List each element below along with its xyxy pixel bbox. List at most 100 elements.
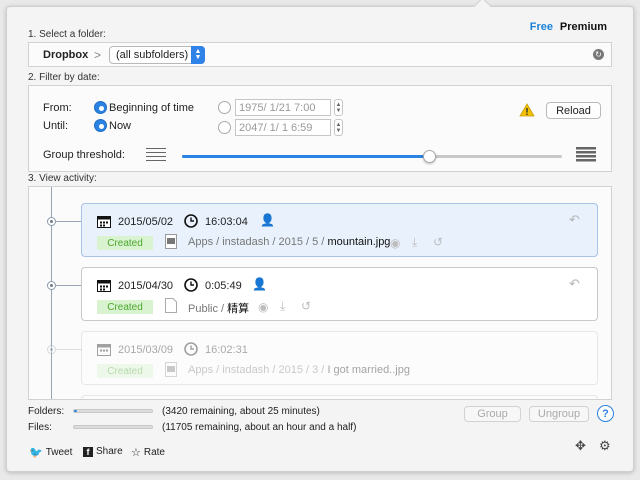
reload-button[interactable]: Reload <box>546 102 601 119</box>
files-progress-bar <box>73 425 153 429</box>
timeline-dot <box>47 217 56 226</box>
activity-time: 16:02:31 <box>205 344 248 356</box>
from-beginning-radio[interactable] <box>94 101 107 114</box>
ungroup-button[interactable]: Ungroup <box>529 406 589 422</box>
calendar-icon <box>97 280 111 292</box>
activity-item[interactable]: 2015/05/02 16:03:04 👤 ↶ Created Apps / i… <box>81 203 598 257</box>
preview-eye-icon[interactable]: ◉ <box>390 236 400 250</box>
refresh-icon[interactable]: ↻ <box>593 49 604 60</box>
select-folder-label: 1. Select a folder: <box>28 29 106 40</box>
folders-progress-bar <box>73 409 153 413</box>
group-threshold-label: Group threshold: <box>43 149 125 161</box>
gear-icon[interactable]: ⚙ <box>599 438 611 454</box>
timeline-connector <box>56 285 82 286</box>
files-progress-status: (11705 remaining, about an hour and a ha… <box>162 422 357 433</box>
move-icon[interactable]: ✥ <box>575 438 586 454</box>
filter-date-label: 2. Filter by date: <box>28 72 100 83</box>
list-sparse-icon <box>146 148 166 161</box>
timeline-dot <box>47 281 56 290</box>
until-label: Until: <box>43 120 69 132</box>
from-custom-radio[interactable] <box>218 101 231 114</box>
activity-time: 0:05:49 <box>205 280 242 292</box>
activity-date: 2015/03/09 <box>118 344 174 356</box>
created-tag: Created <box>97 364 153 378</box>
popover-notch <box>473 0 492 16</box>
created-tag: Created <box>97 236 153 250</box>
breadcrumb-separator-icon: > <box>94 48 102 62</box>
reply-icon[interactable]: ↶ <box>569 276 580 292</box>
warning-icon <box>519 103 535 117</box>
image-file-icon <box>165 234 177 249</box>
from-date-field[interactable]: 1975/ 1/21 7:00 <box>235 99 331 116</box>
download-icon[interactable]: ⤓ <box>412 235 417 250</box>
subfolder-select[interactable]: (all subfolders) ▲ ▼ <box>109 46 205 64</box>
files-progress-label: Files: <box>28 422 52 433</box>
rate-link[interactable]: ☆ Rate <box>131 446 165 459</box>
tweet-label: Tweet <box>45 447 73 458</box>
activity-box: 2015/05/02 16:03:04 👤 ↶ Created Apps / i… <box>28 186 612 400</box>
main-panel: Free Premium 1. Select a folder: Dropbox… <box>6 0 634 472</box>
timeline-connector <box>56 349 82 350</box>
folder-box: Dropbox > (all subfolders) ▲ ▼ ↻ <box>28 42 612 67</box>
history-icon[interactable]: ↺ <box>433 235 443 249</box>
activity-time: 16:03:04 <box>205 216 248 228</box>
activity-filename: 精算 <box>227 303 250 315</box>
share-label: Share <box>96 446 123 457</box>
user-icon: 👤 <box>260 213 275 227</box>
group-button[interactable]: Group <box>464 406 521 422</box>
preview-eye-icon[interactable]: ◉ <box>258 300 268 314</box>
folders-progress-label: Folders: <box>28 406 65 417</box>
threshold-slider-knob[interactable] <box>423 150 436 163</box>
created-tag: Created <box>97 300 153 314</box>
history-icon[interactable]: ↺ <box>301 299 311 313</box>
calendar-icon <box>97 344 111 356</box>
view-activity-label: 3. View activity: <box>28 173 97 184</box>
twitter-icon: 🐦 <box>29 447 43 459</box>
list-dense-icon <box>576 147 596 162</box>
activity-path: Public / 精算 <box>188 303 250 315</box>
share-link[interactable]: f Share <box>83 446 123 457</box>
from-date-stepper[interactable]: ▲ ▼ <box>334 99 343 116</box>
until-now-label: Now <box>109 120 132 132</box>
threshold-slider-fill <box>182 155 429 158</box>
activity-item[interactable] <box>81 395 598 399</box>
timeline-dot <box>47 345 56 354</box>
download-icon[interactable]: ⤓ <box>280 299 285 314</box>
premium-plan-link[interactable]: Premium <box>560 21 607 33</box>
image-file-icon <box>165 362 177 377</box>
document-file-icon <box>165 298 177 313</box>
user-icon: 👤 <box>252 277 267 291</box>
until-date-stepper[interactable]: ▲ ▼ <box>334 119 343 136</box>
calendar-icon <box>97 216 111 228</box>
facebook-icon: f <box>83 446 93 457</box>
activity-filename: I got married..jpg <box>327 364 410 376</box>
folders-progress-status: (3420 remaining, about 25 minutes) <box>162 406 320 417</box>
folder-root[interactable]: Dropbox <box>43 49 88 61</box>
filter-box: From: Until: Beginning of time Now 1975/… <box>28 85 612 172</box>
activity-path: Apps / instadash / 2015 / 3 / I got marr… <box>188 364 410 376</box>
activity-item[interactable]: 2015/04/30 0:05:49 👤 ↶ Created Public / … <box>81 267 598 321</box>
star-icon: ☆ <box>131 447 141 459</box>
until-custom-radio[interactable] <box>218 121 231 134</box>
until-now-radio[interactable] <box>94 119 107 132</box>
from-label: From: <box>43 102 72 114</box>
activity-filename: mountain.jpg <box>327 236 391 248</box>
from-beginning-label: Beginning of time <box>109 102 194 114</box>
chevron-updown-icon: ▲ ▼ <box>191 46 205 64</box>
free-plan-link[interactable]: Free <box>530 21 553 33</box>
tweet-link[interactable]: 🐦 Tweet <box>29 446 72 459</box>
rate-label: Rate <box>143 447 165 458</box>
clock-icon <box>184 342 198 356</box>
reply-icon[interactable]: ↶ <box>569 212 580 228</box>
clock-icon <box>184 278 198 292</box>
help-button[interactable]: ? <box>597 405 614 422</box>
activity-date: 2015/04/30 <box>118 280 174 292</box>
subfolder-select-value: (all subfolders) <box>116 49 189 61</box>
clock-icon <box>184 214 198 228</box>
activity-item[interactable]: 2015/03/09 16:02:31 Created Apps / insta… <box>81 331 598 385</box>
folders-progress-fill <box>74 410 78 412</box>
activity-path: Apps / instadash / 2015 / 5 / mountain.j… <box>188 236 391 248</box>
activity-date: 2015/05/02 <box>118 216 174 228</box>
timeline-connector <box>56 221 82 222</box>
until-date-field[interactable]: 2047/ 1/ 1 6:59 <box>235 119 331 136</box>
